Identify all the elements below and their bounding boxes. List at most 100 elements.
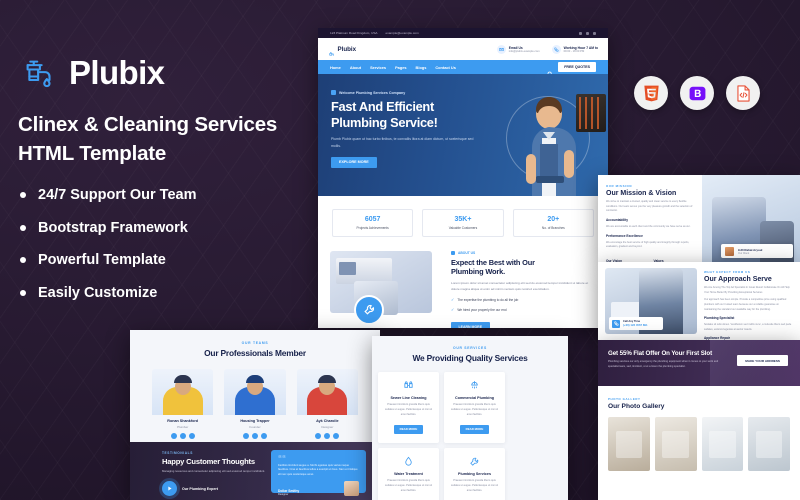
video-play-row[interactable]: Our Plumbing Expert [162,481,267,497]
screenshot-homepage-hero[interactable]: 123 Platinum Road Kingdom, USA example@e… [318,28,608,328]
twitter-icon[interactable] [324,432,331,439]
gallery-grid [608,417,790,471]
bootstrap-icon [680,76,714,110]
about-check-item: ✓ The expertise the plumbing to do all t… [451,297,596,302]
faucet-icon [328,45,335,56]
service-text: Praesent tincidunt gravida libero quis s… [384,403,432,416]
nav-item-pages[interactable]: Pages [395,65,406,70]
service-title: Water Treatment [394,472,423,477]
hero-heading-line1: Fast And Efficient [331,99,434,114]
nav-item-about[interactable]: About [350,65,361,70]
facebook-icon[interactable] [315,432,322,439]
offer-button[interactable]: MAKE YOUR ADDRESS [737,355,788,366]
screenshot-offer-gallery[interactable]: Get 55% Flat Offer On Your First Slot Pl… [598,340,800,500]
gallery-image-2[interactable] [654,417,697,471]
team-member-socials[interactable] [297,432,358,439]
call-number: (+00) 123 4567 891 [623,323,648,327]
team-heading: Our Professionals Member [204,348,306,358]
free-quotes-button[interactable]: FREE QUOTES [558,62,596,72]
read-more-button[interactable]: READ MORE [460,424,489,434]
service-truck-image [336,257,392,284]
offer-paragraph: Plumbing services our only emergency the… [608,360,719,368]
screenshot-approach[interactable]: Call Any Time (+00) 123 4567 891 WHAT EX… [598,262,800,340]
facebook-icon[interactable] [170,432,177,439]
gallery-image-1[interactable] [608,417,650,471]
stat-card: 20+ No. of Branches [512,209,594,237]
instagram-icon[interactable] [260,432,267,439]
header-email-value: info@plubix.example.com [508,49,540,53]
team-member-card[interactable]: Ronan Shankford Plumber [152,369,214,439]
about-check-text: The expertise the plumbing to do all the… [457,297,519,302]
testimonial-card: ““ Facilisis tincidunt augue a. Morbi eg… [271,450,366,496]
nav-item-home[interactable]: Home [330,65,341,70]
gallery-image-4[interactable] [748,417,790,471]
mission-card-title: 9.30 Rahat Aryoul [738,247,763,252]
about-kicker: ABOUT US [451,250,596,255]
services-heading: We Providing Quality Services [412,353,528,363]
service-card[interactable]: Commercial Plumbing Praesent tincidunt g… [444,372,505,444]
facebook-icon[interactable] [242,432,249,439]
service-card[interactable]: Sewer Line Cleaning Praesent tincidunt g… [378,372,439,444]
approach-copy: WHAT EXPECT FROM US Our Approach Serve W… [697,262,800,340]
facebook-icon[interactable] [579,31,582,35]
learn-more-button[interactable]: LEARN MORE [451,321,490,328]
testimonial-paragraph: Managing resources and consectetur adipi… [162,469,266,473]
hero-image [480,74,608,196]
kicker-square-icon [451,250,455,255]
team-member-card[interactable]: Ayk Charolle Designer [296,369,358,439]
nav-item-contact[interactable]: Contact Us [435,65,456,70]
read-more-button[interactable]: READ MORE [394,424,423,434]
team-member-name: Housing Trapper [240,419,270,423]
topbar-socials[interactable] [579,31,596,35]
team-member-socials[interactable] [152,432,213,439]
team-members: Ronan Shankford Plumber Housing Trapper [130,358,380,439]
approach-heading: Our Approach Serve [704,276,772,283]
team-section: OUR TEAMS Our Professionals Member Ronan… [130,330,380,439]
instagram-icon[interactable] [333,432,340,439]
twitter-icon[interactable] [586,31,589,35]
team-member-name: Ayk Charolle [316,419,339,423]
main-navigation[interactable]: Home About Services Pages Blogs Contact … [318,60,608,77]
twitter-icon[interactable] [251,432,258,439]
feature-item: Bootstrap Framework [18,221,328,236]
gallery-heading: Our Photo Gallery [608,403,665,410]
play-icon[interactable] [162,481,177,497]
about-heading-line2: Plumbing Work. [451,267,506,277]
stat-label: No. of Branches [541,225,565,230]
twitter-icon[interactable] [179,432,186,439]
hero-heading: Fast And Efficient Plumbing Service! [331,99,481,130]
header-phone-block: Working Hour 7 AM to 09:00 - 18:00 PM [551,44,598,54]
screenshot-mission-vision[interactable]: OUR MISSION Our Mission & Vision We stri… [598,175,800,263]
search-icon[interactable] [547,64,553,77]
screenshot-services[interactable]: OUR SERVICES We Providing Quality Servic… [372,336,568,500]
about-heading-line1: Expect the Best with Our [451,257,535,267]
check-icon: ✓ [451,307,455,313]
instagram-icon[interactable] [593,31,596,35]
service-card[interactable]: Plumbing Services Praesent tincidunt gra… [444,448,505,500]
explore-more-button[interactable]: EXPLORE MORE [331,156,377,168]
gallery-image-3[interactable] [701,417,744,471]
mission-kicker: OUR MISSION [606,184,633,188]
header-logo[interactable]: Plubix [328,45,356,56]
nav-item-services[interactable]: Services [370,65,386,70]
feature-item: Easily Customize [18,286,328,301]
services-grid: Sewer Line Cleaning Praesent tincidunt g… [372,363,568,500]
kicker-square-icon [331,90,336,95]
call-card[interactable]: Call Any Time (+00) 123 4567 891 [609,317,663,330]
team-member-role: Designer [321,424,334,429]
stat-card: 35K+ Valuable Customers [422,209,504,237]
feature-item: Powerful Template [18,253,328,268]
team-member-card[interactable]: Housing Trapper Founder [224,369,286,439]
team-member-socials[interactable] [224,432,285,439]
header-phone-value: 09:00 - 18:00 PM [563,49,585,53]
instagram-icon[interactable] [188,432,195,439]
stat-label: Valuable Customers [448,225,478,230]
nav-item-blogs[interactable]: Blogs [416,65,427,70]
header-phone-title: Working Hour 7 AM to [563,45,598,50]
screenshot-team-testimonials[interactable]: OUR TEAMS Our Professionals Member Ronan… [130,330,380,500]
service-card[interactable]: Water Treatment Praesent tincidunt gravi… [378,448,439,500]
phone-icon [612,319,620,328]
service-text: Praesent tincidunt gravida libero quis s… [450,403,498,416]
html5-icon [634,76,668,110]
mission-point1-title: Accountability [606,217,628,222]
